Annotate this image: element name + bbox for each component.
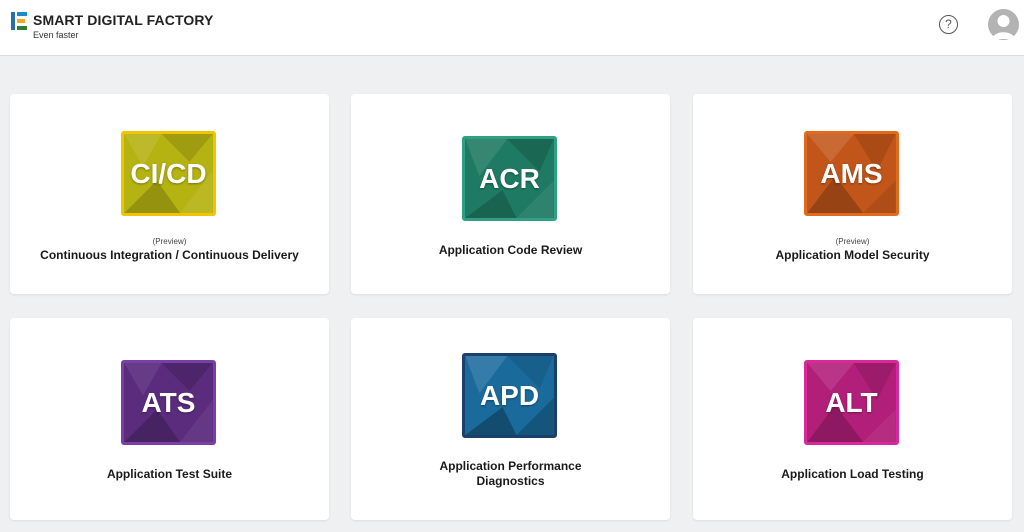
ats-tile-label: ATS bbox=[141, 386, 196, 418]
ams-card-title: Application Model Security bbox=[775, 248, 930, 262]
app-card-ams[interactable]: AMS (Preview) Application Model Security bbox=[693, 94, 1012, 294]
apd-tile-icon: APD bbox=[462, 353, 557, 438]
brand-title: SMART DIGITAL FACTORY bbox=[33, 12, 214, 28]
acr-tile-icon: ACR bbox=[462, 136, 557, 221]
cicd-preview-tag: (Preview) bbox=[152, 237, 187, 246]
cicd-tile-icon: CI/CD bbox=[121, 131, 216, 216]
alt-tile-label: ALT bbox=[825, 386, 878, 418]
ats-card-title: Application Test Suite bbox=[106, 467, 233, 481]
app-card-ats[interactable]: ATS Application Test Suite bbox=[10, 318, 329, 520]
acr-card-title: Application Code Review bbox=[438, 243, 583, 257]
user-avatar-icon[interactable] bbox=[988, 9, 1019, 40]
acr-tile-label: ACR bbox=[479, 162, 540, 194]
alt-tile-icon: ALT bbox=[804, 360, 899, 445]
ats-tile-icon: ATS bbox=[121, 360, 216, 445]
cicd-tile-label: CI/CD bbox=[130, 157, 207, 189]
brand-subtitle: Even faster bbox=[33, 30, 79, 40]
app-card-apd[interactable]: APD Application Performance Diagnostics bbox=[351, 318, 670, 520]
ams-preview-tag: (Preview) bbox=[835, 237, 870, 246]
top-bar: SMART DIGITAL FACTORY Even faster ? bbox=[0, 0, 1024, 56]
ams-tile-label: AMS bbox=[820, 157, 883, 189]
app-card-cicd[interactable]: CI/CD (Preview) Continuous Integration /… bbox=[10, 94, 329, 294]
ams-tile-icon: AMS bbox=[804, 131, 899, 216]
apd-tile-label: APD bbox=[479, 379, 540, 411]
app-card-alt[interactable]: ALT Application Load Testing bbox=[693, 318, 1012, 520]
brand-logo-icon bbox=[11, 12, 28, 30]
apd-card-title: Application Performance Diagnostics bbox=[439, 459, 582, 488]
app-card-acr[interactable]: ACR Application Code Review bbox=[351, 94, 670, 294]
cicd-card-title: Continuous Integration / Continuous Deli… bbox=[40, 248, 299, 262]
help-icon[interactable]: ? bbox=[939, 15, 958, 34]
alt-card-title: Application Load Testing bbox=[781, 467, 924, 481]
